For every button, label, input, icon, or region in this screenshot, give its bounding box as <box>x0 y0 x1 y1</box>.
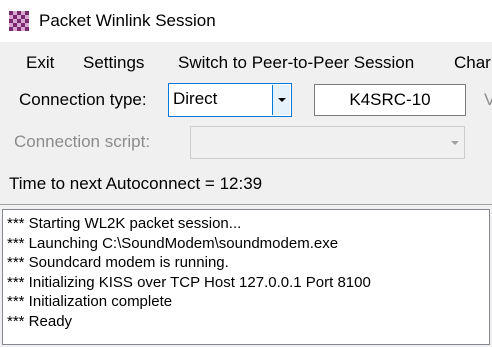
divider <box>0 204 492 205</box>
log-line: *** Initialization complete <box>7 293 173 310</box>
connection-type-label: Connection type: <box>19 90 147 109</box>
session-log[interactable]: *** Starting WL2K packet session... *** … <box>2 209 490 345</box>
window-title: Packet Winlink Session <box>39 11 216 30</box>
title-bar: Packet Winlink Session <box>0 0 492 42</box>
menu-switch-to-peer-to-peer[interactable]: Switch to Peer-to-Peer Session <box>178 52 414 74</box>
connection-script-label: Connection script: <box>14 132 151 151</box>
menu-char[interactable]: Char <box>454 52 491 74</box>
chevron-down-icon <box>450 140 459 145</box>
connection-script-select[interactable] <box>190 126 465 159</box>
connection-type-dropdown-button[interactable] <box>272 85 290 115</box>
log-line: *** Initializing KISS over TCP Host 127.… <box>7 273 371 291</box>
log-line: *** Soundcard modem is running. <box>7 254 229 271</box>
checkered-app-icon <box>9 11 29 31</box>
log-line: *** Launching C:\SoundModem\soundmodem.e… <box>7 234 339 252</box>
connection-script-dropdown-button[interactable] <box>446 128 463 157</box>
log-line: *** Starting WL2K packet session... <box>7 215 242 232</box>
autoconnect-status: Time to next Autoconnect = 12:39 <box>9 174 263 193</box>
menu-settings[interactable]: Settings <box>83 52 144 74</box>
log-line: *** Ready <box>7 312 73 330</box>
chevron-down-icon <box>277 98 286 102</box>
connection-type-value: Direct <box>173 89 218 108</box>
packet-winlink-window: Packet Winlink Session Exit Settings Swi… <box>0 0 492 347</box>
callsign-field[interactable]: K4SRC-10 <box>314 84 466 116</box>
truncated-label: V <box>484 90 492 109</box>
connection-type-select[interactable]: Direct <box>168 83 292 117</box>
menu-exit[interactable]: Exit <box>26 52 54 74</box>
menu-bar: Exit Settings Switch to Peer-to-Peer Ses… <box>0 42 492 82</box>
